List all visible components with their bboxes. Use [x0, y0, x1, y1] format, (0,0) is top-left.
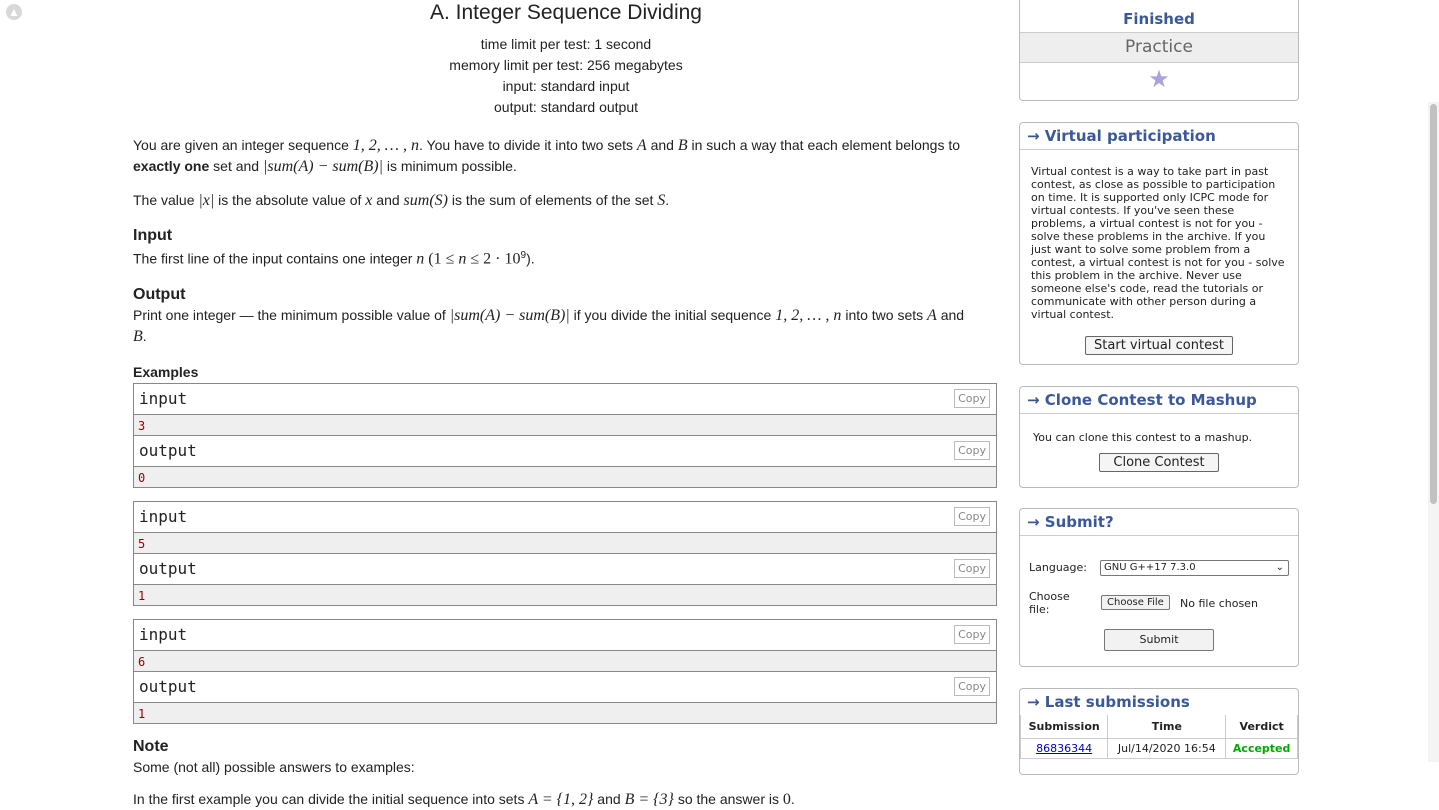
scroll-to-top-icon[interactable]: ▲ [6, 4, 22, 20]
example-output-label: output [139, 676, 197, 696]
example-input-label: input [139, 388, 188, 408]
time-limit: time limit per test: 1 second [480, 36, 652, 52]
copy-button[interactable]: Copy [954, 624, 990, 644]
clone-contest-text: You can clone this contest to a mashup. [1033, 431, 1253, 444]
output-section-text: Print one integer — the minimum possible… [133, 306, 965, 345]
example-block: input Copy 5 output Copy 1 [133, 500, 997, 606]
clone-contest-title: → Clone Contest to Mashup [1020, 387, 1298, 414]
clone-contest-button[interactable]: Clone Contest [1099, 453, 1219, 472]
language-label: Language: [1029, 561, 1087, 574]
copy-button[interactable]: Copy [954, 388, 990, 408]
submissions-table: Submission Time Verdict 86836344 Jul/14/… [1020, 715, 1298, 759]
copy-button[interactable]: Copy [954, 558, 990, 578]
language-select[interactable]: GNU G++17 7.3.0 ⌄ [1100, 560, 1289, 576]
example-output-value: 1 [138, 588, 146, 603]
problem-title: A. Integer Sequence Dividing [429, 1, 702, 24]
output-section-title: Output [133, 285, 186, 303]
submit-button[interactable]: Submit [1104, 629, 1214, 651]
choose-file-button[interactable]: Choose File [1101, 595, 1170, 610]
example-input-label: input [139, 506, 188, 526]
note-text: Some (not all) possible answers to examp… [133, 758, 415, 775]
file-label: Choose file: [1029, 590, 1070, 616]
output-spec: output: standard output [494, 99, 638, 115]
virtual-participation-text: Virtual contest is a way to take part in… [1031, 165, 1285, 321]
example-output-label: output [139, 558, 197, 578]
verdict-header: Verdict [1225, 715, 1298, 739]
virtual-participation-title: → Virtual participation [1020, 123, 1298, 150]
contest-mode: Practice [1020, 33, 1298, 63]
time-header: Time [1107, 715, 1227, 739]
examples-title: Examples [133, 363, 199, 380]
value-paragraph: The value |x| is the absolute value of x… [133, 192, 670, 209]
example-block: input Copy 6 output Copy 1 [133, 618, 997, 724]
last-submissions-box: → Last submissions Submission Time Verdi… [1019, 688, 1299, 775]
examples-list: input Copy 3 output Copy 0 input Copy 5 output Cop… [133, 382, 999, 724]
submit-box: → Submit? Language: GNU G++17 7.3.0 ⌄ Ch… [1019, 508, 1299, 667]
chevron-down-icon: ⌄ [1275, 562, 1284, 573]
contest-status: Finished [1020, 0, 1298, 33]
page-scrollbar[interactable] [1428, 102, 1439, 762]
example-block: input Copy 3 output Copy 0 [133, 382, 997, 488]
statement-paragraph: You are given an integer sequence 1, 2, … [133, 137, 961, 175]
example-input-header: input Copy [134, 619, 996, 651]
copy-button[interactable]: Copy [954, 440, 990, 460]
example-input-value: 6 [134, 651, 996, 672]
input-section-text: The first line of the input contains one… [133, 250, 535, 268]
submission-header: Submission [1020, 715, 1109, 739]
example-output-header: output Copy [134, 553, 996, 585]
example-input-value: 5 [134, 533, 996, 554]
verdict-accepted: Accepted [1225, 738, 1298, 759]
input-spec: input: standard input [502, 78, 630, 94]
submission-link[interactable]: 86836344 [1020, 738, 1109, 759]
example-input-label: input [139, 624, 188, 644]
example-output-value: 0 [138, 470, 146, 485]
note-title: Note [133, 737, 169, 755]
copy-button[interactable]: Copy [954, 676, 990, 696]
example-input-header: input Copy [134, 383, 996, 415]
file-status: No file chosen [1180, 597, 1258, 610]
example-input-value: 3 [134, 415, 996, 436]
input-section-title: Input [133, 227, 173, 244]
start-virtual-contest-button[interactable]: Start virtual contest [1085, 336, 1233, 355]
virtual-participation-box: → Virtual participation Virtual contest … [1019, 122, 1299, 365]
example-input-header: input Copy [134, 501, 996, 533]
last-submissions-title: → Last submissions [1027, 693, 1190, 711]
favourite-star-icon[interactable]: ★ [1020, 63, 1298, 97]
example-output-header: output Copy [134, 435, 996, 467]
table-row: 86836344 Jul/14/2020 16:54 Accepted [1020, 738, 1298, 759]
submit-title: → Submit? [1020, 509, 1298, 536]
example-output-label: output [139, 440, 197, 460]
submission-time: Jul/14/2020 16:54 [1107, 738, 1227, 759]
clone-contest-box: → Clone Contest to Mashup You can clone … [1019, 386, 1299, 488]
problem-statement: A. Integer Sequence Dividing time limit … [133, 0, 999, 810]
note-example-1: In the first example you can divide the … [133, 790, 795, 808]
memory-limit: memory limit per test: 256 megabytes [449, 57, 683, 73]
copy-button[interactable]: Copy [954, 506, 990, 526]
example-output-value: 1 [138, 706, 146, 721]
example-output-header: output Copy [134, 671, 996, 703]
contest-status-box: Finished Practice ★ [1019, 0, 1299, 101]
